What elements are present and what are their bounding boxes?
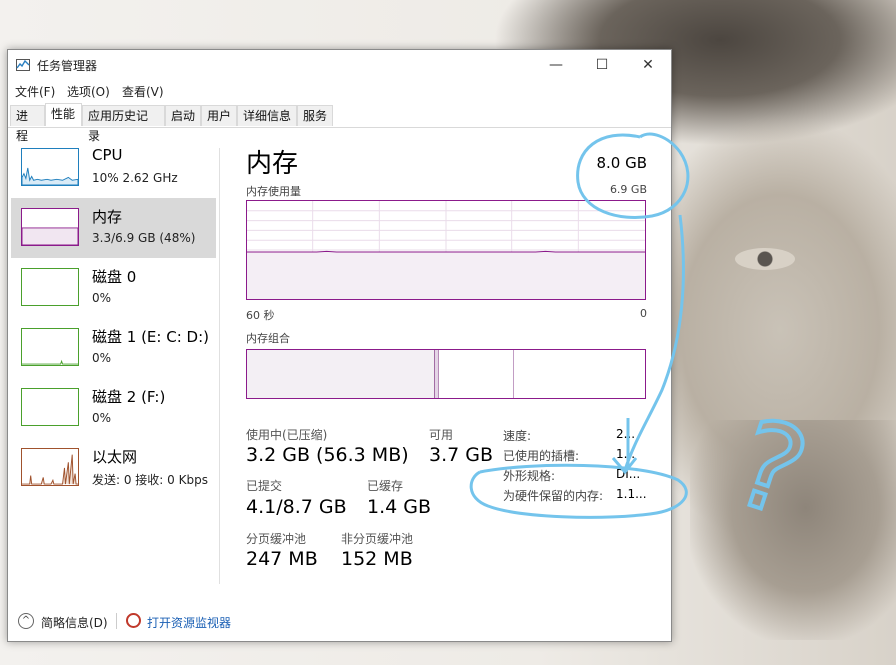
ink-question-mark: ? bbox=[719, 393, 823, 545]
ink-annotations: ? bbox=[469, 132, 824, 547]
ink-circle-total bbox=[576, 132, 690, 219]
ink-arrow-line bbox=[623, 214, 685, 471]
ink-ellipse-reserved bbox=[469, 463, 688, 519]
